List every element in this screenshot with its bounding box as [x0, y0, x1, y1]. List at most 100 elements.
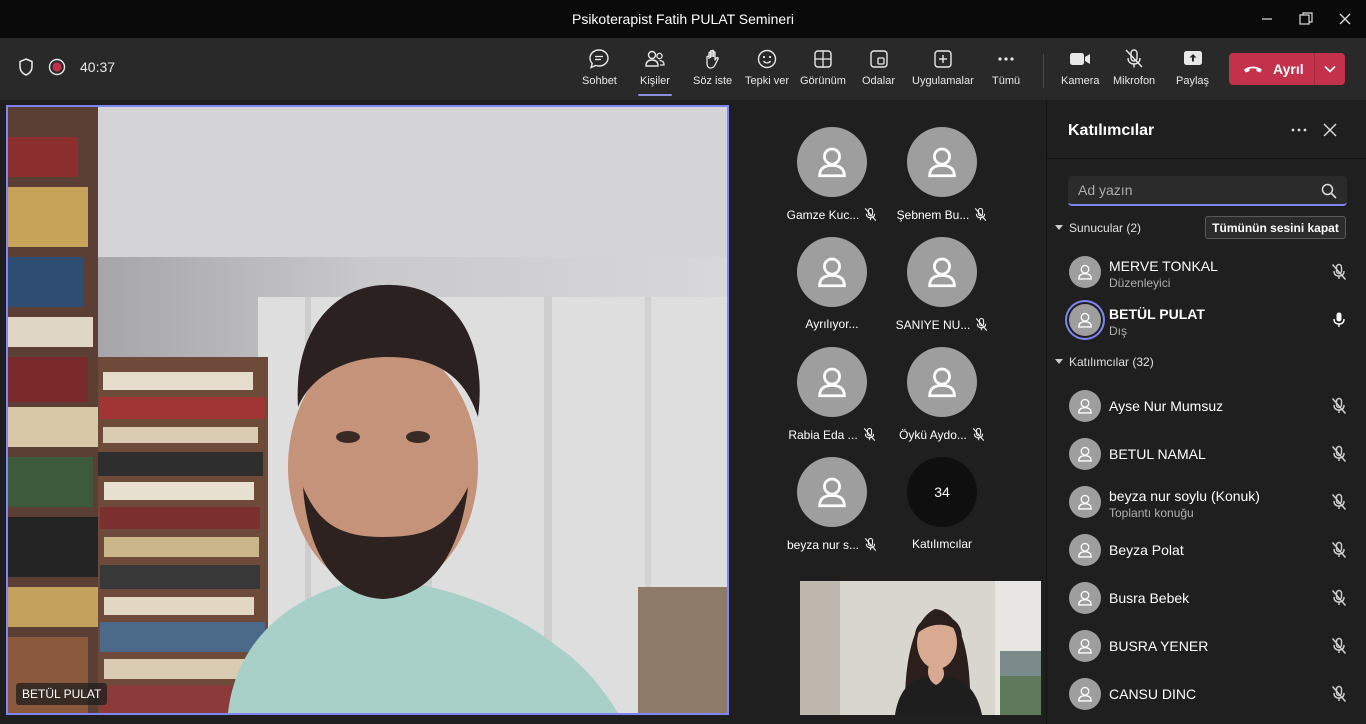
- grid-view-icon: [814, 50, 832, 68]
- mic-off-icon: [865, 207, 877, 221]
- maximize-button[interactable]: [1289, 6, 1323, 32]
- raise-hand-button[interactable]: Söz iste: [693, 48, 732, 96]
- participant-list-item[interactable]: BETUL NAMAL: [1067, 432, 1349, 476]
- participant-mic-status[interactable]: [1331, 541, 1347, 564]
- overflow-count: 34: [907, 457, 977, 527]
- person-icon: [1078, 398, 1092, 414]
- participant-tile[interactable]: Ayrılıyor...: [780, 237, 884, 341]
- participant-tile[interactable]: Şebnem Bu...: [890, 127, 994, 231]
- people-button[interactable]: Kişiler: [638, 48, 672, 96]
- overflow-label: Katılımcılar: [911, 537, 972, 551]
- participant-mic-status[interactable]: [1331, 397, 1347, 420]
- participant-role: Dış: [1109, 324, 1127, 338]
- participant-list-item[interactable]: CANSU DINC: [1067, 672, 1349, 716]
- participant-avatar: [1069, 486, 1101, 518]
- person-icon: [818, 257, 846, 288]
- meeting-toolbar: 40:37: [0, 38, 1366, 100]
- participant-tile-name: Ayrılıyor...: [805, 317, 859, 331]
- participant-name: beyza nur soylu (Konuk): [1109, 488, 1260, 504]
- participant-tile[interactable]: SANIYE NU...: [890, 237, 994, 341]
- self-view-video[interactable]: [800, 581, 1041, 715]
- rooms-button[interactable]: Odalar: [862, 48, 895, 96]
- mic-on-icon: [1333, 312, 1345, 327]
- share-button[interactable]: Paylaş: [1176, 48, 1209, 96]
- participant-tile[interactable]: Rabia Eda ...: [780, 347, 884, 451]
- participant-mic-status[interactable]: [1331, 637, 1347, 660]
- view-button[interactable]: Görünüm: [800, 48, 846, 96]
- participant-avatar: [907, 237, 977, 307]
- participant-list-item[interactable]: BETÜL PULAT Dış: [1067, 298, 1349, 342]
- participant-list-item[interactable]: BUSRA YENER: [1067, 624, 1349, 668]
- mic-off-icon: [1331, 637, 1347, 654]
- participant-mic-status[interactable]: [1331, 445, 1347, 468]
- participant-list-item[interactable]: Beyza Polat: [1067, 528, 1349, 572]
- participant-tile[interactable]: Öykü Aydo...: [890, 347, 994, 451]
- participant-overflow-tile[interactable]: 34 Katılımcılar: [890, 457, 994, 561]
- leave-options-button[interactable]: [1315, 64, 1345, 74]
- mic-off-icon: [975, 207, 987, 221]
- person-icon: [1078, 312, 1092, 328]
- person-icon: [1078, 542, 1092, 558]
- window-title: Psikoterapist Fatih PULAT Semineri: [571, 11, 794, 27]
- participant-avatar: [797, 347, 867, 417]
- participant-list-item[interactable]: Ayse Nur Mumsuz: [1067, 384, 1349, 428]
- participant-avatar: [1069, 534, 1101, 566]
- panel-close-button[interactable]: [1323, 123, 1337, 142]
- more-button[interactable]: Tümü: [992, 48, 1020, 96]
- participant-mic-status[interactable]: [1331, 685, 1347, 708]
- participant-search-input[interactable]: [1078, 182, 1308, 198]
- react-button[interactable]: Tepki ver: [745, 48, 789, 96]
- meeting-timer: 40:37: [80, 59, 116, 75]
- person-icon: [1078, 494, 1092, 510]
- participant-avatar: [1069, 438, 1101, 470]
- hand-icon: [705, 49, 719, 69]
- participant-name: BETÜL PULAT: [1109, 306, 1205, 322]
- participant-tile-name: Gamze Kuc...: [786, 207, 860, 222]
- person-icon: [818, 477, 846, 508]
- main-video-name: BETÜL PULAT: [16, 683, 108, 705]
- participant-avatar: [797, 127, 867, 197]
- presenters-section-toggle[interactable]: Sunucular (2): [1055, 221, 1141, 235]
- participant-avatar: [1069, 630, 1101, 662]
- main-video[interactable]: BETÜL PULAT: [6, 105, 729, 715]
- apps-button[interactable]: Uygulamalar: [912, 48, 974, 96]
- search-icon[interactable]: [1321, 183, 1337, 199]
- speaker-video-feed: [8, 107, 727, 713]
- person-icon: [928, 367, 956, 398]
- participant-mic-status[interactable]: [1331, 311, 1347, 334]
- participant-tile[interactable]: beyza nur s...: [780, 457, 884, 561]
- participant-mic-status[interactable]: [1331, 263, 1347, 286]
- person-icon: [818, 147, 846, 178]
- caret-down-icon: [1055, 359, 1063, 364]
- person-icon: [928, 147, 956, 178]
- attendees-section-toggle[interactable]: Katılımcılar (32): [1055, 355, 1154, 369]
- participant-list-item[interactable]: MERVE TONKAL Düzenleyici: [1067, 250, 1349, 294]
- participant-list-item[interactable]: beyza nur soylu (Konuk) Toplantı konuğu: [1067, 480, 1349, 524]
- participant-tile[interactable]: Gamze Kuc...: [780, 127, 884, 231]
- participant-name: BETUL NAMAL: [1109, 446, 1206, 462]
- person-icon: [1078, 686, 1092, 702]
- mic-off-icon: [863, 427, 875, 441]
- leave-button[interactable]: Ayrıl: [1229, 61, 1314, 77]
- minimize-icon: [1262, 18, 1272, 20]
- more-dots-icon: [998, 57, 1014, 61]
- participant-list-item[interactable]: Busra Bebek: [1067, 576, 1349, 620]
- panel-more-button[interactable]: [1289, 122, 1309, 143]
- mic-off-icon: [1331, 263, 1347, 280]
- chat-button[interactable]: Sohbet: [582, 48, 617, 96]
- participant-mic-status[interactable]: [1331, 493, 1347, 516]
- add-app-icon: [934, 50, 952, 68]
- participant-avatar: [1069, 256, 1101, 288]
- microphone-button[interactable]: Mikrofon: [1113, 48, 1155, 96]
- camera-button[interactable]: Kamera: [1061, 48, 1100, 96]
- participant-role: Düzenleyici: [1109, 276, 1171, 290]
- mute-all-button[interactable]: Tümünün sesini kapat: [1205, 216, 1346, 239]
- chevron-down-icon: [1324, 65, 1336, 73]
- participant-mic-status[interactable]: [1331, 589, 1347, 612]
- mic-off-icon: [1331, 445, 1347, 462]
- close-window-button[interactable]: [1328, 6, 1362, 32]
- participant-tile-name: beyza nur s...: [786, 537, 860, 552]
- minimize-button[interactable]: [1250, 6, 1284, 32]
- participant-search[interactable]: [1068, 176, 1347, 206]
- participant-avatar: [907, 347, 977, 417]
